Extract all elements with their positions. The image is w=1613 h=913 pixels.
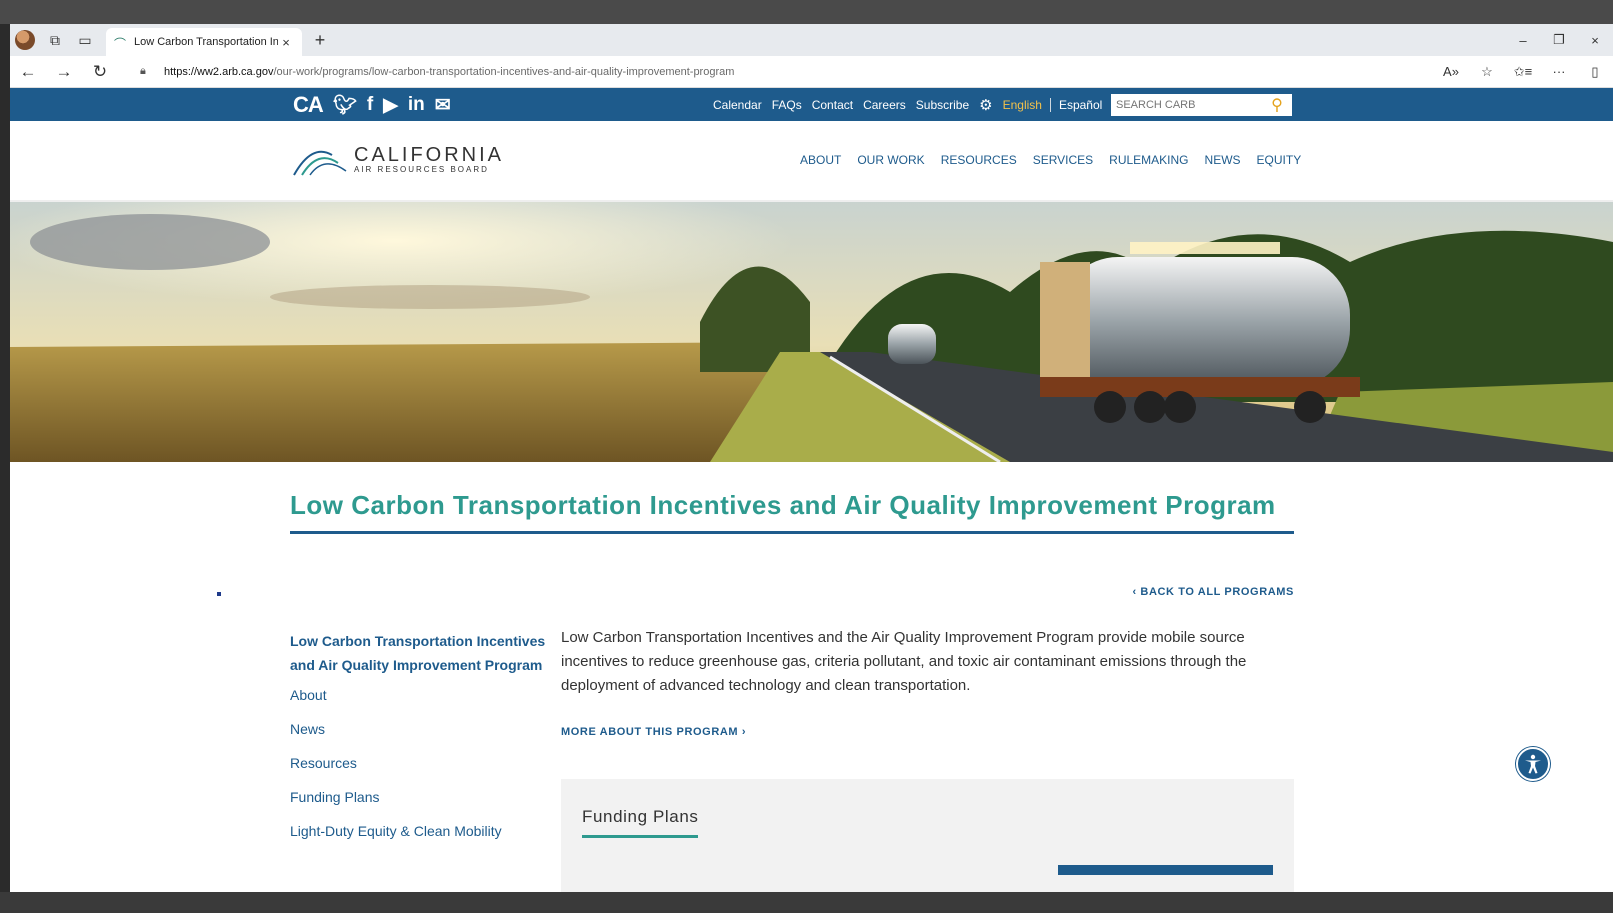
- tab-actions-icon[interactable]: ▭: [70, 25, 100, 55]
- sidebar-item-about[interactable]: About: [290, 685, 550, 705]
- tab-active[interactable]: ⌒ Low Carbon Transportation Incen ×: [106, 28, 302, 56]
- funding-plans-heading: Funding Plans: [582, 807, 699, 838]
- search-icon[interactable]: ⚲: [1266, 95, 1288, 115]
- link-subscribe[interactable]: Subscribe: [916, 98, 969, 112]
- mouse-cursor: [217, 592, 221, 596]
- logo-subtitle: AIR RESOURCES BOARD: [354, 164, 489, 174]
- link-careers[interactable]: Careers: [863, 98, 906, 112]
- forward-arrow-icon[interactable]: →: [46, 62, 82, 82]
- site-favicon-icon: ⌒: [114, 37, 127, 51]
- more-about-program-link[interactable]: MORE ABOUT THIS PROGRAM ›: [561, 726, 746, 738]
- main-content: Low Carbon Transportation Incentives and…: [10, 462, 1613, 892]
- nav-news[interactable]: NEWS: [1205, 153, 1241, 167]
- maximize-button[interactable]: ❐: [1541, 32, 1577, 48]
- site-header: CALIFORNIA AIR RESOURCES BOARD ABOUT OUR…: [10, 121, 1613, 202]
- linkedin-icon[interactable]: in: [408, 94, 425, 116]
- favorite-star-icon[interactable]: ☆: [1469, 64, 1505, 80]
- program-intro: Low Carbon Transportation Incentives and…: [561, 629, 1247, 694]
- sidebar-item-light-duty-equity[interactable]: Light-Duty Equity & Clean Mobility: [290, 821, 550, 841]
- nav-rulemaking[interactable]: RULEMAKING: [1109, 153, 1188, 167]
- lang-espanol[interactable]: Español: [1059, 98, 1102, 112]
- nav-services[interactable]: SERVICES: [1033, 153, 1093, 167]
- new-tab-button[interactable]: +: [306, 30, 334, 51]
- sidebar-item-funding-plans[interactable]: Funding Plans: [290, 787, 550, 807]
- back-arrow-icon[interactable]: ←: [10, 62, 46, 82]
- url-field[interactable]: 🔒︎ https://ww2.arb.ca.gov /our-work/prog…: [128, 59, 1425, 84]
- hero-image: [10, 202, 1613, 462]
- twitter-icon[interactable]: 🐦︎: [333, 93, 357, 117]
- url-path: /our-work/programs/low-carbon-transporta…: [273, 65, 735, 78]
- read-aloud-icon[interactable]: A»: [1433, 64, 1469, 79]
- link-calendar[interactable]: Calendar: [713, 98, 762, 112]
- funding-plans-panel: Funding Plans: [561, 779, 1294, 892]
- settings-gear-icon[interactable]: ⚙: [979, 96, 992, 114]
- tab-title: Low Carbon Transportation Incen: [134, 36, 278, 48]
- close-window-button[interactable]: ×: [1577, 33, 1613, 48]
- more-menu-icon[interactable]: ···: [1541, 64, 1577, 79]
- nav-resources[interactable]: RESOURCES: [941, 153, 1017, 167]
- carb-logo[interactable]: CALIFORNIA AIR RESOURCES BOARD: [292, 141, 504, 177]
- main-nav: ABOUT OUR WORK RESOURCES SERVICES RULEMA…: [800, 153, 1317, 167]
- accessibility-icon[interactable]: [1516, 747, 1550, 781]
- sidebar-item-news[interactable]: News: [290, 719, 550, 739]
- sidebar-toggle-icon[interactable]: ▯: [1577, 64, 1613, 80]
- workspaces-icon[interactable]: ⧉: [40, 25, 70, 55]
- sidebar-item-resources[interactable]: Resources: [290, 753, 550, 773]
- utility-bar: CA 🐦︎ f ▶ in ✉ Calendar FAQs Contact Car…: [10, 88, 1613, 121]
- profile-avatar[interactable]: [10, 25, 40, 55]
- search-input[interactable]: [1111, 95, 1266, 115]
- youtube-icon[interactable]: ▶: [383, 94, 398, 117]
- link-faqs[interactable]: FAQs: [772, 98, 802, 112]
- os-bottom-strip: [0, 892, 1613, 913]
- utility-links: Calendar FAQs Contact Careers Subscribe …: [713, 88, 1112, 121]
- screen: ⧉ ▭ ⌒ Low Carbon Transportation Incen × …: [0, 0, 1613, 913]
- social-links: CA 🐦︎ f ▶ in ✉: [293, 92, 451, 118]
- link-contact[interactable]: Contact: [812, 98, 853, 112]
- facebook-icon[interactable]: f: [367, 94, 373, 116]
- site-search: ⚲: [1111, 94, 1292, 116]
- tab-bar: ⧉ ▭ ⌒ Low Carbon Transportation Incen × …: [10, 24, 1613, 56]
- refresh-icon[interactable]: ↻: [82, 62, 118, 82]
- favorites-icon[interactable]: ✩≡: [1505, 64, 1541, 80]
- window-controls: – ❐ ×: [1505, 24, 1613, 56]
- lang-english[interactable]: English: [1003, 97, 1051, 112]
- web-page: CA 🐦︎ f ▶ in ✉ Calendar FAQs Contact Car…: [10, 88, 1613, 892]
- back-to-programs-link[interactable]: ‹ BACK TO ALL PROGRAMS: [1133, 586, 1295, 598]
- nav-equity[interactable]: EQUITY: [1257, 153, 1302, 167]
- sidebar-title[interactable]: Low Carbon Transportation Incentives and…: [290, 629, 550, 677]
- page-title: Low Carbon Transportation Incentives and…: [290, 488, 1294, 534]
- browser-toolbar-right: A» ☆ ✩≡ ··· ▯: [1433, 64, 1613, 80]
- address-bar: ← → ↻ 🔒︎ https://ww2.arb.ca.gov /our-wor…: [10, 56, 1613, 88]
- email-icon[interactable]: ✉: [435, 94, 451, 117]
- os-top-strip: [0, 0, 1613, 24]
- minimize-button[interactable]: –: [1505, 33, 1541, 48]
- lock-icon: 🔒︎: [140, 65, 146, 77]
- url-host: https://ww2.arb.ca.gov: [164, 65, 274, 78]
- nav-about[interactable]: ABOUT: [800, 153, 841, 167]
- ca-gov-logo[interactable]: CA: [293, 92, 324, 118]
- tab-close-icon[interactable]: ×: [278, 35, 294, 50]
- logo-california: CALIFORNIA: [354, 143, 505, 166]
- nav-our-work[interactable]: OUR WORK: [857, 153, 924, 167]
- browser-window: ⧉ ▭ ⌒ Low Carbon Transportation Incen × …: [10, 24, 1613, 892]
- funding-plan-button[interactable]: [1058, 865, 1273, 875]
- program-sidebar: Low Carbon Transportation Incentives and…: [290, 629, 550, 855]
- logo-arc-icon: [293, 150, 347, 176]
